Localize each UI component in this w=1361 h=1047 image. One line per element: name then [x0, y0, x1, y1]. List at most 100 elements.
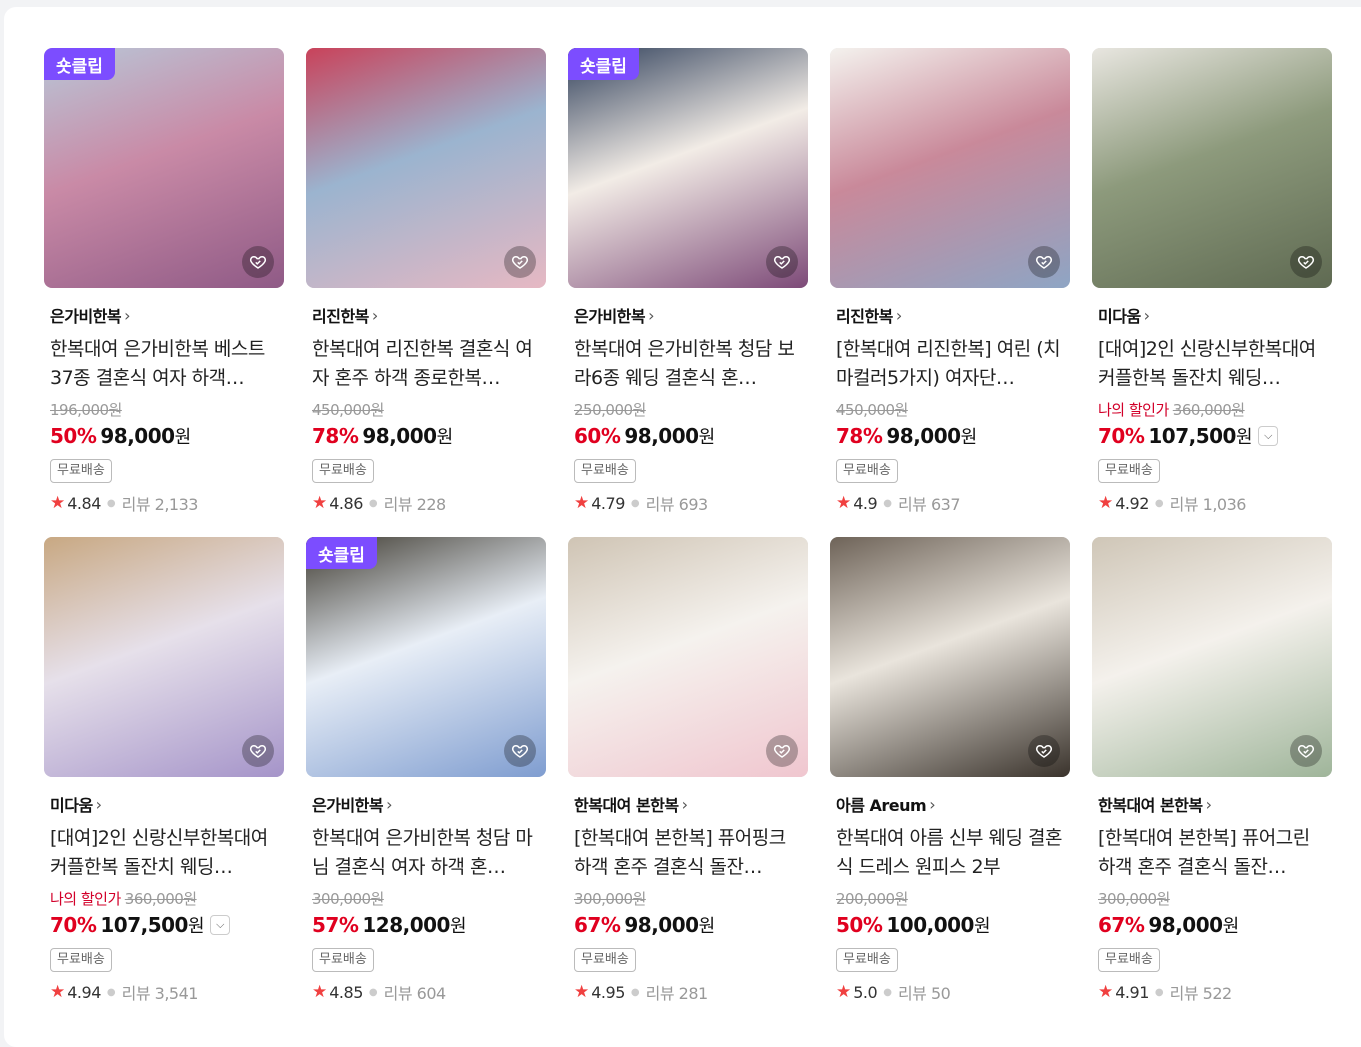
- wishlist-heart-icon[interactable]: [242, 735, 274, 767]
- original-price: 300,000원: [312, 889, 384, 908]
- product-card[interactable]: 리진한복 › [한복대여 리진한복] 여린 (치마컬러5가지) 여자단… 450,…: [830, 48, 1070, 514]
- rating-score: 4.95: [591, 982, 625, 1002]
- discount-rate: 70%: [1098, 424, 1145, 448]
- currency-unit: 원: [449, 916, 467, 937]
- product-card[interactable]: 숏클립 은가비한복 › 한복대여 은가비한복 청담 마님 결혼식 여자 하객 혼……: [306, 537, 546, 1003]
- product-card[interactable]: 한복대여 본한복 › [한복대여 본한복] 퓨어그린 하객 혼주 결혼식 돌잔… …: [1092, 537, 1332, 1003]
- store-link[interactable]: 리진한복 ›: [306, 304, 546, 327]
- product-image[interactable]: [830, 48, 1070, 288]
- free-shipping-tag: 무료배송: [836, 948, 898, 972]
- wishlist-heart-icon[interactable]: [1028, 246, 1060, 278]
- product-image[interactable]: 숏클립: [306, 537, 546, 777]
- store-link[interactable]: 미다움 ›: [1092, 304, 1332, 327]
- product-image[interactable]: [306, 48, 546, 288]
- currency-unit: 원: [960, 427, 978, 448]
- separator-dot: ●: [368, 497, 378, 509]
- review-count[interactable]: 리뷰 604: [384, 980, 447, 1004]
- product-image[interactable]: [1092, 48, 1332, 288]
- currency-unit: 원: [187, 916, 205, 937]
- product-image[interactable]: [44, 537, 284, 777]
- wishlist-heart-icon[interactable]: [504, 246, 536, 278]
- product-title[interactable]: [대여]2인 신랑신부한복대여 커플한복 돌잔치 웨딩…: [1092, 335, 1332, 393]
- product-grid: 숏클립 은가비한복 › 한복대여 은가비한복 베스트37종 결혼식 여자 하객… …: [44, 48, 1332, 1003]
- product-image[interactable]: [1092, 537, 1332, 777]
- original-price-line: 200,000원: [830, 886, 1070, 910]
- review-count[interactable]: 리뷰 50: [898, 980, 951, 1004]
- rating-score: 4.92: [1115, 493, 1149, 513]
- store-link[interactable]: 리진한복 ›: [830, 304, 1070, 327]
- wishlist-heart-icon[interactable]: [1290, 246, 1322, 278]
- separator-dot: ●: [106, 497, 116, 509]
- chevron-down-icon[interactable]: ⌵: [1258, 426, 1279, 446]
- review-count[interactable]: 리뷰 3,541: [122, 980, 199, 1004]
- sale-price: 107,500: [1148, 424, 1236, 448]
- product-card[interactable]: 숏클립 은가비한복 › 한복대여 은가비한복 베스트37종 결혼식 여자 하객… …: [44, 48, 284, 514]
- store-link[interactable]: 미다움 ›: [44, 793, 284, 816]
- chevron-right-icon: ›: [371, 305, 378, 325]
- original-price-line: 250,000원: [568, 397, 808, 421]
- original-price: 450,000원: [836, 400, 908, 419]
- chevron-right-icon: ›: [648, 305, 655, 325]
- sale-price: 128,000: [362, 913, 450, 937]
- original-price-line: 나의 할인가 360,000원: [44, 886, 284, 910]
- original-price: 360,000원: [124, 889, 197, 908]
- store-link[interactable]: 은가비한복 ›: [306, 793, 546, 816]
- product-image[interactable]: [568, 537, 808, 777]
- chevron-right-icon: ›: [95, 794, 102, 814]
- product-card[interactable]: 숏클립 은가비한복 › 한복대여 은가비한복 청담 보라6종 웨딩 결혼식 혼… …: [568, 48, 808, 514]
- rating-row: ★ 4.85 ● 리뷰 604: [306, 981, 546, 1003]
- wishlist-heart-icon[interactable]: [1290, 735, 1322, 767]
- product-title[interactable]: 한복대여 은가비한복 청담 마님 결혼식 여자 하객 혼…: [306, 824, 546, 882]
- star-icon: ★: [50, 493, 66, 513]
- chevron-down-icon[interactable]: ⌵: [210, 915, 231, 935]
- product-card[interactable]: 미다움 › [대여]2인 신랑신부한복대여 커플한복 돌잔치 웨딩… 나의 할인가…: [1092, 48, 1332, 514]
- wishlist-heart-icon[interactable]: [242, 246, 274, 278]
- wishlist-heart-icon[interactable]: [766, 735, 798, 767]
- rating-row: ★ 4.92 ● 리뷰 1,036: [1092, 492, 1332, 514]
- product-title[interactable]: 한복대여 아름 신부 웨딩 결혼식 드레스 원피스 2부: [830, 824, 1070, 882]
- chevron-right-icon: ›: [124, 305, 131, 325]
- store-name: 미다움: [50, 796, 93, 815]
- product-image[interactable]: 숏클립: [568, 48, 808, 288]
- product-image[interactable]: [830, 537, 1070, 777]
- product-title[interactable]: 한복대여 은가비한복 청담 보라6종 웨딩 결혼식 혼…: [568, 335, 808, 393]
- wishlist-heart-icon[interactable]: [1028, 735, 1060, 767]
- wishlist-heart-icon[interactable]: [504, 735, 536, 767]
- product-title[interactable]: [한복대여 본한복] 퓨어핑크 하객 혼주 결혼식 돌잔…: [568, 824, 808, 882]
- store-name: 미다움: [1098, 307, 1141, 326]
- product-card[interactable]: 미다움 › [대여]2인 신랑신부한복대여 커플한복 돌잔치 웨딩… 나의 할인가…: [44, 537, 284, 1003]
- discount-rate: 60%: [574, 424, 621, 448]
- product-card[interactable]: 아름 Areum › 한복대여 아름 신부 웨딩 결혼식 드레스 원피스 2부 2…: [830, 537, 1070, 1003]
- product-image[interactable]: 숏클립: [44, 48, 284, 288]
- review-count[interactable]: 리뷰 693: [646, 491, 709, 515]
- separator-dot: ●: [1154, 986, 1164, 998]
- store-link[interactable]: 한복대여 본한복 ›: [1092, 793, 1332, 816]
- store-link[interactable]: 은가비한복 ›: [44, 304, 284, 327]
- separator-dot: ●: [883, 986, 892, 998]
- product-title[interactable]: 한복대여 은가비한복 베스트37종 결혼식 여자 하객…: [44, 335, 284, 393]
- free-shipping-tag: 무료배송: [574, 459, 636, 483]
- store-name: 은가비한복: [50, 307, 122, 326]
- store-link[interactable]: 은가비한복 ›: [568, 304, 808, 327]
- review-count[interactable]: 리뷰 281: [646, 980, 709, 1004]
- review-count[interactable]: 리뷰 228: [384, 491, 447, 515]
- separator-dot: ●: [106, 986, 116, 998]
- currency-unit: 원: [436, 427, 454, 448]
- product-title[interactable]: 한복대여 리진한복 결혼식 여자 혼주 하객 종로한복…: [306, 335, 546, 393]
- review-count[interactable]: 리뷰 637: [898, 491, 961, 515]
- product-title[interactable]: [대여]2인 신랑신부한복대여 커플한복 돌잔치 웨딩…: [44, 824, 284, 882]
- free-shipping-tag: 무료배송: [312, 459, 374, 483]
- review-count[interactable]: 리뷰 1,036: [1170, 491, 1247, 515]
- product-title[interactable]: [한복대여 리진한복] 여린 (치마컬러5가지) 여자단…: [830, 335, 1070, 393]
- store-link[interactable]: 아름 Areum ›: [830, 793, 1070, 816]
- product-title[interactable]: [한복대여 본한복] 퓨어그린 하객 혼주 결혼식 돌잔…: [1092, 824, 1332, 882]
- review-count[interactable]: 리뷰 522: [1170, 980, 1233, 1004]
- store-name: 은가비한복: [312, 796, 384, 815]
- wishlist-heart-icon[interactable]: [766, 246, 798, 278]
- discount-rate: 78%: [312, 424, 359, 448]
- store-link[interactable]: 한복대여 본한복 ›: [568, 793, 808, 816]
- product-card[interactable]: 리진한복 › 한복대여 리진한복 결혼식 여자 혼주 하객 종로한복… 450,0…: [306, 48, 546, 514]
- review-count[interactable]: 리뷰 2,133: [122, 491, 199, 515]
- store-name: 한복대여 본한복: [574, 796, 679, 815]
- product-card[interactable]: 한복대여 본한복 › [한복대여 본한복] 퓨어핑크 하객 혼주 결혼식 돌잔… …: [568, 537, 808, 1003]
